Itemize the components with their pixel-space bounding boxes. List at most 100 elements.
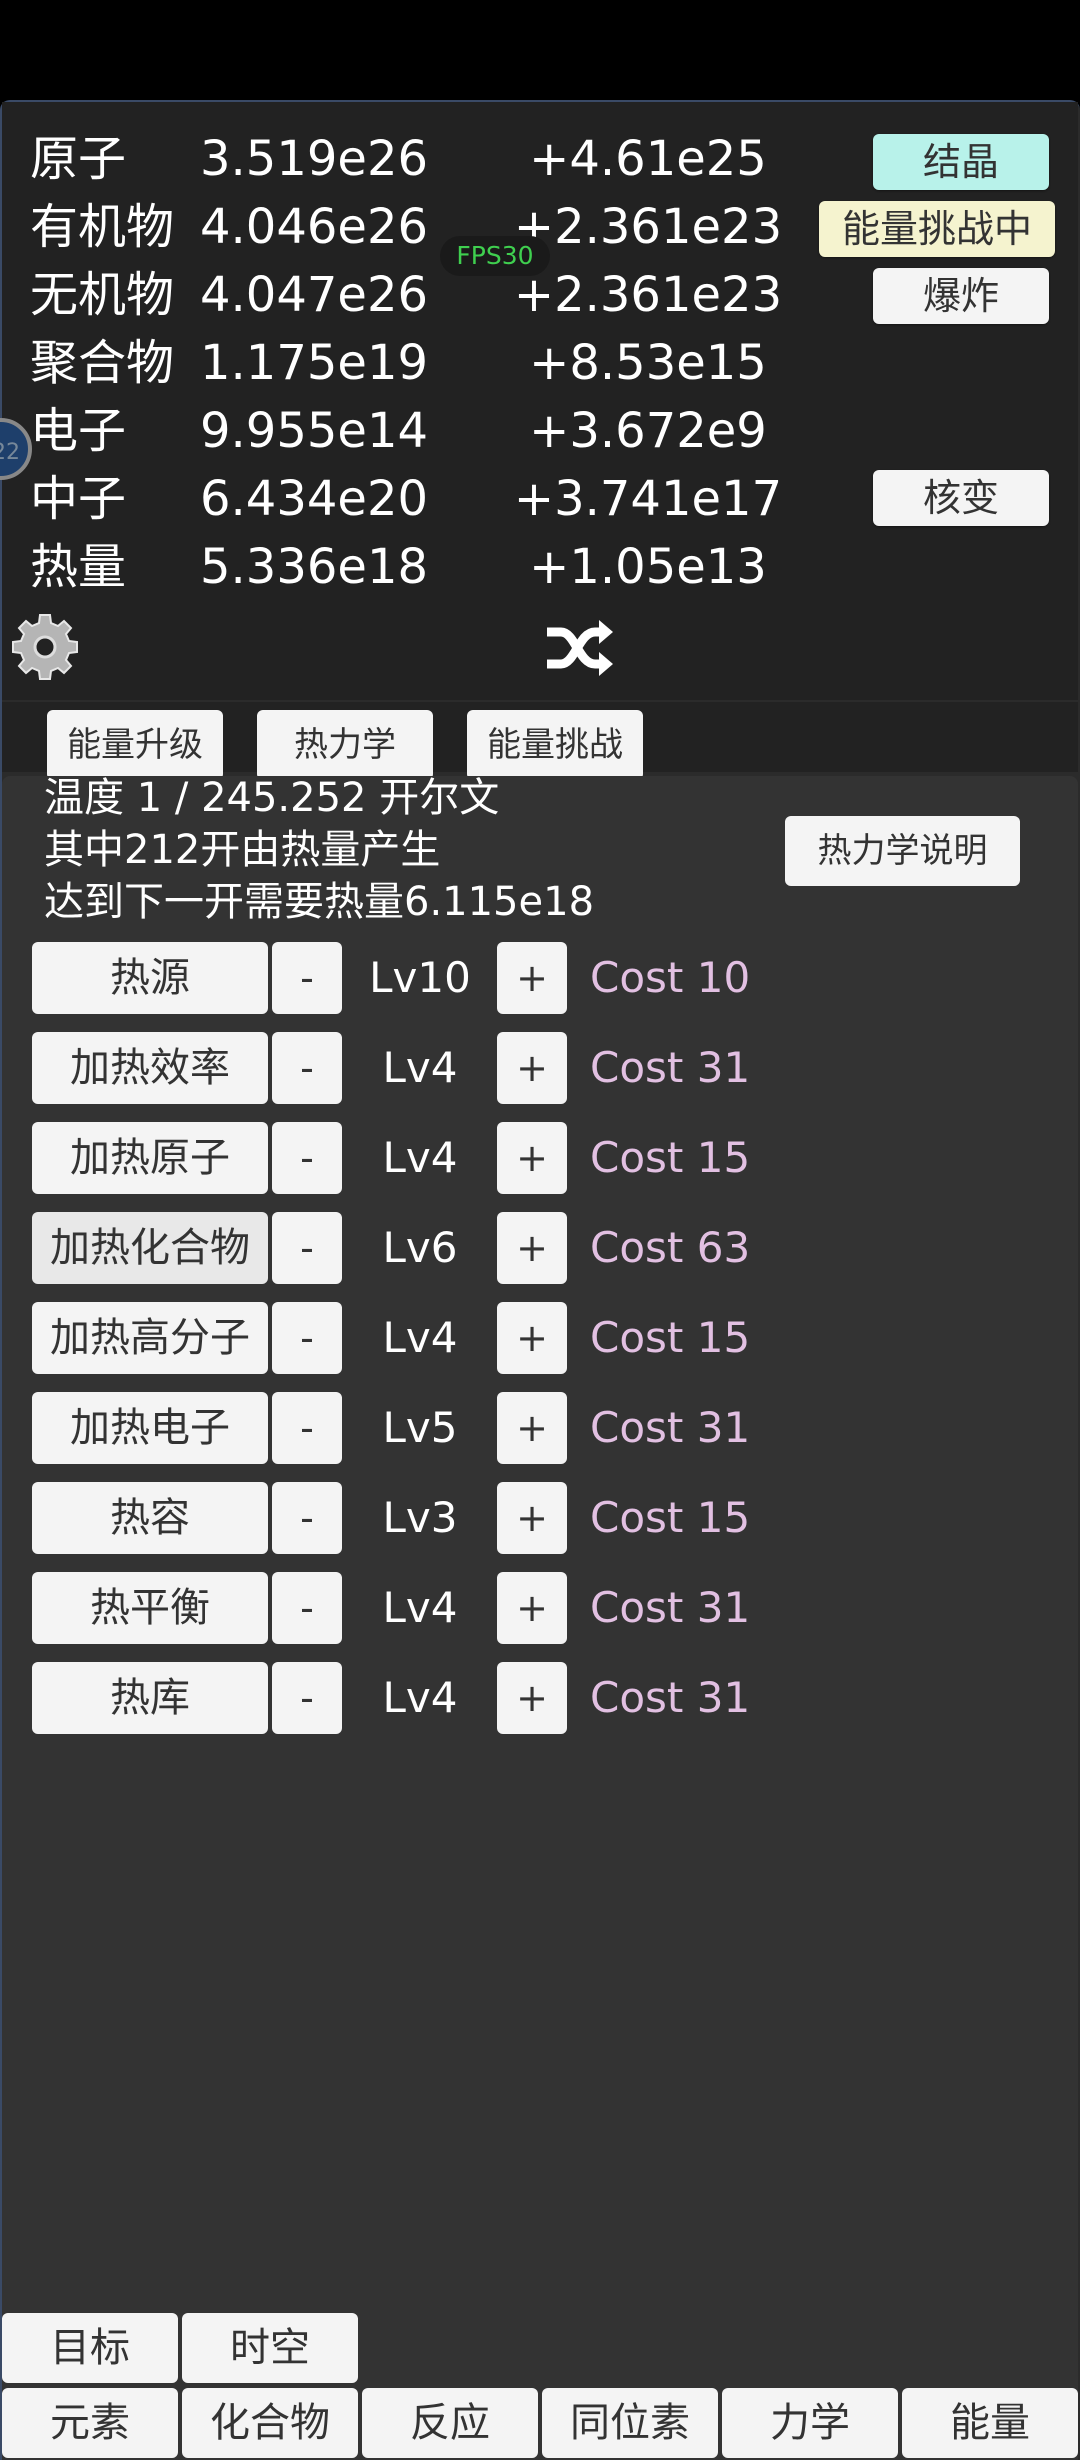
upgrade-name-button[interactable]: 加热效率 bbox=[32, 1032, 268, 1104]
stat-name: 聚合物 bbox=[30, 335, 175, 391]
stat-amount: 3.519e26 bbox=[200, 131, 429, 187]
upgrade-cost: Cost 15 bbox=[590, 1313, 751, 1362]
increase-button[interactable]: + bbox=[497, 1572, 567, 1644]
stat-name: 热量 bbox=[30, 539, 127, 595]
stat-amount: 5.336e18 bbox=[200, 539, 429, 595]
nav-tab-isotopes[interactable]: 同位素 bbox=[542, 2388, 718, 2458]
upgrade-level: Lv4 bbox=[382, 1043, 458, 1092]
increase-button[interactable]: + bbox=[497, 1032, 567, 1104]
upgrade-cost: Cost 31 bbox=[590, 1043, 751, 1092]
upgrade-level: Lv10 bbox=[369, 953, 471, 1002]
upgrade-name-button[interactable]: 加热电子 bbox=[32, 1392, 268, 1464]
stat-rate: +3.672e9 bbox=[529, 403, 767, 459]
upgrade-name-button[interactable]: 热平衡 bbox=[32, 1572, 268, 1644]
upgrade-level: Lv4 bbox=[382, 1673, 458, 1722]
tab-energy-upgrade[interactable]: 能量升级 bbox=[47, 710, 223, 780]
stat-amount: 4.047e26 bbox=[200, 267, 429, 323]
spacetime-button[interactable]: 时空 bbox=[182, 2313, 358, 2383]
gear-icon[interactable] bbox=[10, 612, 80, 682]
upgrade-level: Lv3 bbox=[382, 1493, 458, 1542]
stat-row-heat: 热量 5.336e18 +1.05e13 bbox=[30, 534, 790, 600]
shuffle-icon[interactable] bbox=[545, 618, 615, 678]
increase-button[interactable]: + bbox=[497, 1662, 567, 1734]
increase-button[interactable]: + bbox=[497, 942, 567, 1014]
stat-name: 无机物 bbox=[30, 267, 175, 323]
increase-button[interactable]: + bbox=[497, 1302, 567, 1374]
nav-tab-reactions[interactable]: 反应 bbox=[362, 2388, 538, 2458]
temperature-text: 温度 1 / 245.252 开尔文 bbox=[44, 775, 500, 821]
upgrade-name-button[interactable]: 热库 bbox=[32, 1662, 268, 1734]
increase-button[interactable]: + bbox=[497, 1392, 567, 1464]
stat-amount: 4.046e26 bbox=[200, 199, 429, 255]
decrease-button[interactable]: - bbox=[272, 942, 342, 1014]
stat-name: 原子 bbox=[30, 131, 127, 187]
upgrade-level: Lv4 bbox=[382, 1583, 458, 1632]
stat-rate: +4.61e25 bbox=[529, 131, 767, 187]
increase-button[interactable]: + bbox=[497, 1482, 567, 1554]
explode-button[interactable]: 爆炸 bbox=[873, 268, 1049, 324]
tab-energy-challenge[interactable]: 能量挑战 bbox=[467, 710, 643, 780]
upgrade-row: 热源 - Lv10 + Cost 10 bbox=[0, 942, 1080, 1014]
stat-name: 中子 bbox=[30, 471, 127, 527]
upgrade-cost: Cost 31 bbox=[590, 1583, 751, 1632]
decrease-button[interactable]: - bbox=[272, 1122, 342, 1194]
stat-name: 有机物 bbox=[30, 199, 175, 255]
increase-button[interactable]: + bbox=[497, 1122, 567, 1194]
upgrade-cost: Cost 15 bbox=[590, 1493, 751, 1542]
upgrade-row: 热库 - Lv4 + Cost 31 bbox=[0, 1662, 1080, 1734]
decrease-button[interactable]: - bbox=[272, 1212, 342, 1284]
stat-amount: 6.434e20 bbox=[200, 471, 429, 527]
upgrade-row: 热容 - Lv3 + Cost 15 bbox=[0, 1482, 1080, 1554]
upgrade-level: Lv5 bbox=[382, 1403, 458, 1452]
heat-temperature-text: 其中212开由热量产生 bbox=[44, 827, 441, 873]
upgrade-cost: Cost 10 bbox=[590, 953, 751, 1002]
stat-amount: 9.955e14 bbox=[200, 403, 429, 459]
nuclear-transmutation-button[interactable]: 核变 bbox=[873, 470, 1049, 526]
stat-row-organic: 有机物 4.046e26 +2.361e23 bbox=[30, 194, 790, 260]
upgrade-row: 加热高分子 - Lv4 + Cost 15 bbox=[0, 1302, 1080, 1374]
stat-row-atom: 原子 3.519e26 +4.61e25 bbox=[30, 126, 790, 192]
stat-rate: +8.53e15 bbox=[529, 335, 767, 391]
upgrade-row: 热平衡 - Lv4 + Cost 31 bbox=[0, 1572, 1080, 1644]
energy-challenge-active-button[interactable]: 能量挑战中 bbox=[819, 201, 1055, 257]
decrease-button[interactable]: - bbox=[272, 1302, 342, 1374]
stat-name: 电子 bbox=[30, 403, 127, 459]
upgrade-name-button[interactable]: 热源 bbox=[32, 942, 268, 1014]
upgrade-name-button[interactable]: 热容 bbox=[32, 1482, 268, 1554]
upgrade-level: Lv4 bbox=[382, 1313, 458, 1362]
decrease-button[interactable]: - bbox=[272, 1482, 342, 1554]
stat-amount: 1.175e19 bbox=[200, 335, 429, 391]
goals-button[interactable]: 目标 bbox=[2, 2313, 178, 2383]
upgrade-name-button[interactable]: 加热高分子 bbox=[32, 1302, 268, 1374]
upgrade-row: 加热化合物 - Lv6 + Cost 63 bbox=[0, 1212, 1080, 1284]
decrease-button[interactable]: - bbox=[272, 1572, 342, 1644]
upgrade-name-button[interactable]: 加热原子 bbox=[32, 1122, 268, 1194]
upgrade-cost: Cost 15 bbox=[590, 1133, 751, 1182]
decrease-button[interactable]: - bbox=[272, 1392, 342, 1464]
stat-rate: +1.05e13 bbox=[529, 539, 767, 595]
stat-row-neutron: 中子 6.434e20 +3.741e17 bbox=[30, 466, 790, 532]
status-bar bbox=[0, 0, 1080, 100]
upgrade-cost: Cost 31 bbox=[590, 1673, 751, 1722]
next-kelvin-text: 达到下一开需要热量6.115e18 bbox=[44, 879, 595, 925]
upgrade-row: 加热原子 - Lv4 + Cost 15 bbox=[0, 1122, 1080, 1194]
upgrade-row: 加热效率 - Lv4 + Cost 31 bbox=[0, 1032, 1080, 1104]
thermodynamics-help-button[interactable]: 热力学说明 bbox=[785, 816, 1020, 886]
upgrade-row: 加热电子 - Lv5 + Cost 31 bbox=[0, 1392, 1080, 1464]
nav-tab-compounds[interactable]: 化合物 bbox=[182, 2388, 358, 2458]
stat-row-inorganic: 无机物 4.047e26 +2.361e23 bbox=[30, 262, 790, 328]
crystal-button[interactable]: 结晶 bbox=[873, 134, 1049, 190]
increase-button[interactable]: + bbox=[497, 1212, 567, 1284]
upgrade-cost: Cost 31 bbox=[590, 1403, 751, 1452]
upgrade-cost: Cost 63 bbox=[590, 1223, 751, 1272]
fps-counter: FPS30 bbox=[440, 236, 550, 276]
nav-tab-mechanics[interactable]: 力学 bbox=[722, 2388, 898, 2458]
decrease-button[interactable]: - bbox=[272, 1032, 342, 1104]
nav-tab-energy[interactable]: 能量 bbox=[902, 2388, 1078, 2458]
upgrade-name-button[interactable]: 加热化合物 bbox=[32, 1212, 268, 1284]
nav-tab-elements[interactable]: 元素 bbox=[2, 2388, 178, 2458]
decrease-button[interactable]: - bbox=[272, 1662, 342, 1734]
stat-rate: +2.361e23 bbox=[513, 267, 783, 323]
upgrade-level: Lv6 bbox=[382, 1223, 458, 1272]
tab-thermodynamics[interactable]: 热力学 bbox=[257, 710, 433, 780]
